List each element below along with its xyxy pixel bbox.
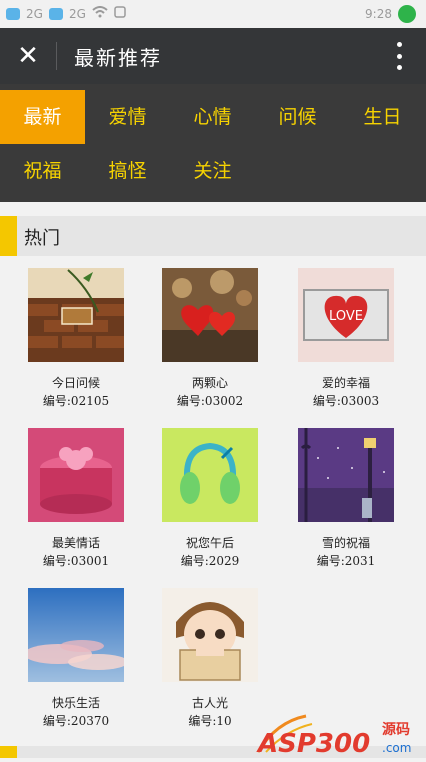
item-name: 雪的祝福 bbox=[321, 536, 370, 550]
item-number: 编号:03002 bbox=[176, 394, 244, 408]
item-name: 爱的幸福 bbox=[321, 376, 370, 390]
list-item[interactable]: 今日问候 编号:02105 bbox=[16, 268, 136, 410]
svg-text:LOVE: LOVE bbox=[329, 309, 363, 324]
item-name: 两颗心 bbox=[191, 376, 228, 390]
tab-mood[interactable]: 心情 bbox=[170, 90, 255, 144]
item-number: 编号:2031 bbox=[316, 554, 376, 568]
close-icon[interactable]: ✕ bbox=[16, 43, 40, 69]
item-name: 今日问候 bbox=[51, 376, 100, 390]
watermark-text: ASP300 bbox=[256, 729, 370, 758]
tab-love[interactable]: 爱情 bbox=[85, 90, 170, 144]
list-item[interactable]: 古人光 编号:10 bbox=[150, 588, 270, 730]
watermark-suffix: 源码 bbox=[382, 721, 410, 738]
watermark-logo: ASP300 源码 .com bbox=[256, 712, 426, 759]
clock: 9:28 bbox=[365, 7, 392, 21]
list-item[interactable]: 最美情话 编号:03001 bbox=[16, 428, 136, 570]
list-item[interactable]: 快乐生活 编号:20370 bbox=[16, 588, 136, 730]
list-item[interactable]: 两颗心 编号:03002 bbox=[150, 268, 270, 410]
section-accent bbox=[0, 746, 17, 758]
item-number: 编号:03001 bbox=[42, 554, 110, 568]
thumbnail-image[interactable] bbox=[298, 428, 394, 522]
item-number: 编号:10 bbox=[188, 714, 232, 728]
more-vertical-icon[interactable] bbox=[396, 42, 402, 70]
item-name: 古人光 bbox=[191, 696, 228, 710]
tab-greeting[interactable]: 问候 bbox=[255, 90, 340, 144]
section-accent bbox=[0, 216, 17, 256]
thumbnail-image[interactable] bbox=[162, 268, 258, 362]
watermark-url: .com bbox=[382, 741, 411, 755]
title-bar: ✕ 最新推荐 bbox=[0, 28, 426, 84]
wifi-icon bbox=[92, 6, 108, 21]
thumbnail-image[interactable]: LOVE bbox=[298, 268, 394, 362]
thumbnail-image[interactable] bbox=[28, 428, 124, 522]
tab-latest[interactable]: 最新 bbox=[0, 90, 85, 144]
tab-blessing[interactable]: 祝福 bbox=[0, 144, 85, 198]
thumbnail-image[interactable] bbox=[28, 268, 124, 362]
network-label-2: 2G bbox=[68, 6, 86, 21]
item-number: 编号:03003 bbox=[312, 394, 380, 408]
signal-icon bbox=[48, 7, 63, 20]
list-item[interactable]: 祝您午后 编号:2029 bbox=[150, 428, 270, 570]
tab-follow[interactable]: 关注 bbox=[170, 144, 255, 198]
status-right: 9:28 bbox=[365, 5, 416, 23]
battery-icon bbox=[398, 5, 416, 23]
thumbnail-image[interactable] bbox=[28, 588, 124, 682]
category-nav: 最新 爱情 心情 问候 生日 祝福 搞怪 关注 bbox=[0, 84, 426, 202]
thumbnail-image[interactable] bbox=[162, 588, 258, 682]
network-label-1: 2G bbox=[26, 6, 43, 21]
item-name: 快乐生活 bbox=[51, 696, 100, 710]
status-bar: 2G 2G 9:28 bbox=[0, 0, 426, 28]
status-left: 2G 2G bbox=[6, 6, 126, 21]
item-number: 编号:2029 bbox=[180, 554, 240, 568]
notification-icon bbox=[114, 6, 126, 21]
signal-icon bbox=[6, 7, 20, 20]
item-name: 最美情话 bbox=[51, 536, 100, 550]
section-header-hot: 热门 bbox=[0, 216, 426, 256]
thumbnail-image[interactable] bbox=[162, 428, 258, 522]
tab-funny[interactable]: 搞怪 bbox=[85, 144, 170, 198]
page-title: 最新推荐 bbox=[74, 46, 162, 70]
item-number: 编号:20370 bbox=[42, 714, 110, 728]
section-title: 热门 bbox=[24, 228, 60, 249]
list-item[interactable]: 雪的祝福 编号:2031 bbox=[286, 428, 406, 570]
item-number: 编号:02105 bbox=[42, 394, 110, 408]
tab-birthday[interactable]: 生日 bbox=[340, 90, 425, 144]
title-divider bbox=[56, 42, 57, 70]
item-name: 祝您午后 bbox=[185, 536, 234, 550]
list-item[interactable]: LOVE 爱的幸福 编号:03003 bbox=[286, 268, 406, 410]
